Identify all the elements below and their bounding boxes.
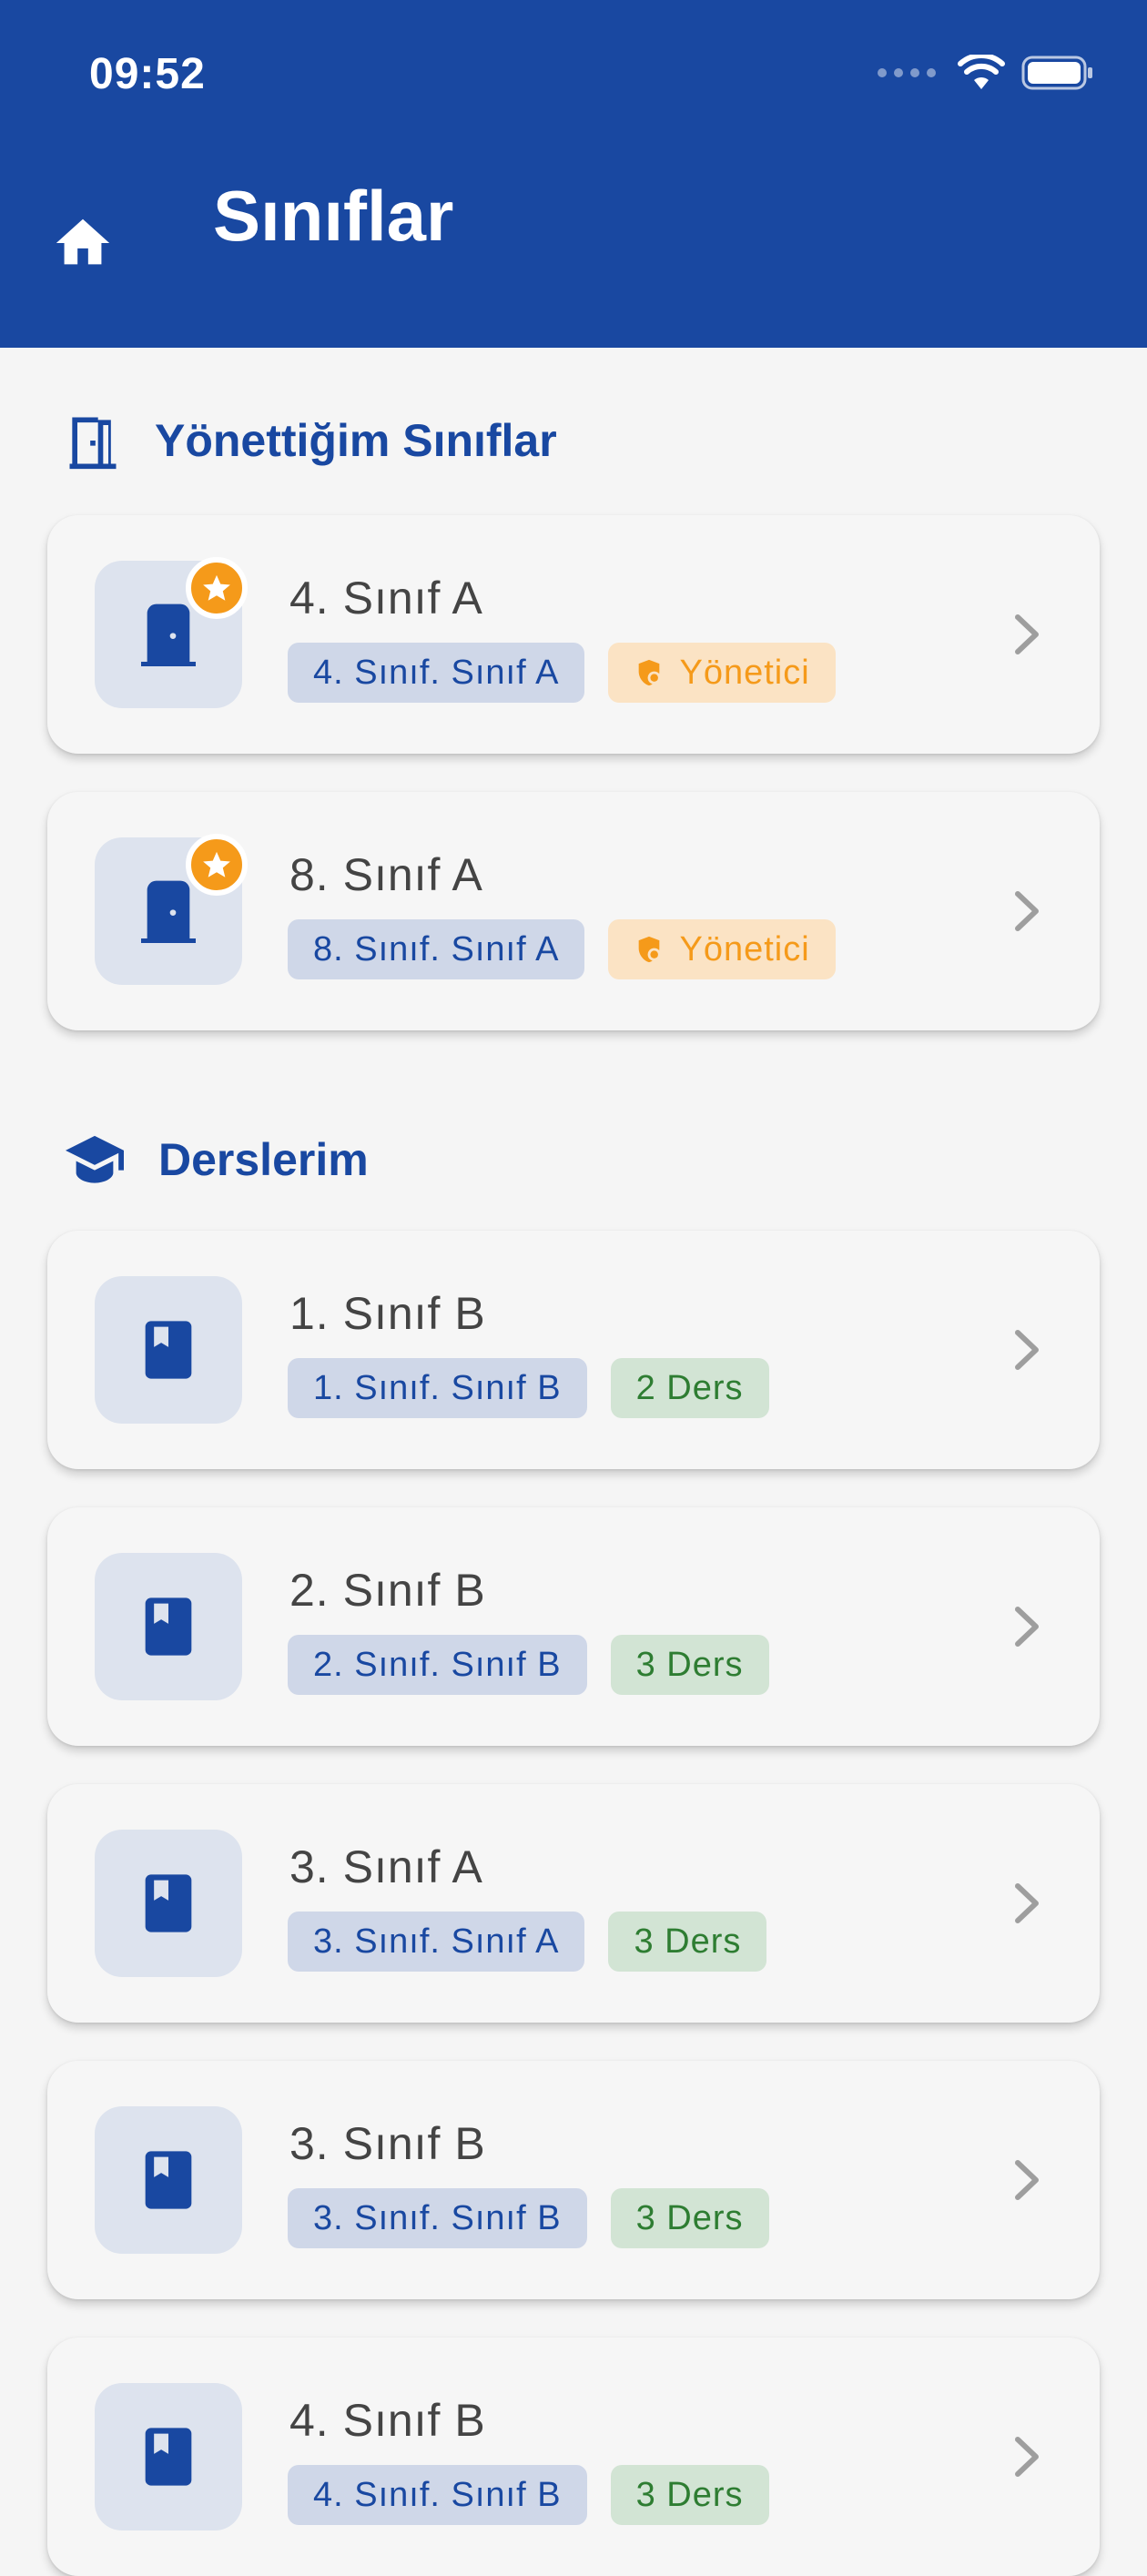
lesson-card-4b[interactable]: 4. Sınıf B 4. Sınıf. Sınıf B 3 Ders <box>47 2338 1100 2576</box>
status-time: 09:52 <box>89 50 206 98</box>
lesson-card-3a[interactable]: 3. Sınıf A 3. Sınıf. Sınıf A 3 Ders <box>47 1784 1100 2023</box>
wifi-icon <box>958 55 1005 89</box>
class-tag: 2. Sınıf. Sınıf B <box>288 1635 587 1695</box>
lesson-count-badge: 3 Ders <box>610 2188 769 2248</box>
admin-badge: Yönetici <box>608 919 836 979</box>
lesson-icon-box <box>95 2106 242 2254</box>
class-tags: 8. Sınıf. Sınıf A Yönetici <box>288 919 836 979</box>
home-button[interactable] <box>51 211 115 275</box>
class-title: 8. Sınıf A <box>289 849 483 900</box>
lesson-tags: 3. Sınıf. Sınıf B 3 Ders <box>288 2188 769 2248</box>
battery-icon <box>1021 56 1092 90</box>
lesson-class-title: 4. Sınıf B <box>289 2395 486 2446</box>
book-icon <box>145 1874 192 1932</box>
lesson-class-title: 3. Sınıf B <box>289 2118 486 2169</box>
lessons-header: Derslerim <box>62 1131 369 1189</box>
book-icon <box>145 2428 192 2486</box>
star-icon <box>203 851 230 877</box>
managed-classes-title: Yönettiğim Sınıflar <box>155 415 557 466</box>
book-icon <box>145 1597 192 1656</box>
lesson-card-2b[interactable]: 2. Sınıf B 2. Sınıf. Sınıf B 3 Ders <box>47 1507 1100 1746</box>
chevron-right-icon <box>1015 2437 1039 2477</box>
book-icon <box>145 1321 192 1379</box>
lesson-count-badge: 3 Ders <box>608 1912 767 1972</box>
chevron-right-icon <box>1015 2160 1039 2200</box>
graduation-cap-icon <box>66 1135 124 1183</box>
class-tag: 3. Sınıf. Sınıf A <box>288 1912 585 1972</box>
admin-shield-icon <box>639 936 662 963</box>
lesson-tags: 1. Sınıf. Sınıf B 2 Ders <box>288 1358 769 1418</box>
lesson-count-badge: 2 Ders <box>610 1358 769 1418</box>
class-title: 4. Sınıf A <box>289 573 483 624</box>
lesson-icon-box <box>95 1830 242 1977</box>
admin-badge-label: Yönetici <box>679 653 810 692</box>
chevron-right-icon <box>1015 1330 1039 1370</box>
lesson-count-badge: 3 Ders <box>610 2465 769 2525</box>
class-tag: 3. Sınıf. Sınıf B <box>288 2188 587 2248</box>
door-icon <box>69 417 117 470</box>
class-tag: 1. Sınıf. Sınıf B <box>288 1358 587 1418</box>
chevron-right-icon <box>1015 614 1039 654</box>
lessons-title: Derslerim <box>158 1134 369 1185</box>
lesson-class-title: 3. Sınıf A <box>289 1841 483 1892</box>
class-tag: 8. Sınıf. Sınıf A <box>288 919 585 979</box>
class-tag: 4. Sınıf. Sınıf A <box>288 643 585 703</box>
managed-class-card-4a[interactable]: 4. Sınıf A 4. Sınıf. Sınıf A Yönetici <box>47 515 1100 754</box>
lesson-icon-box <box>95 1276 242 1424</box>
class-tag: 4. Sınıf. Sınıf B <box>288 2465 587 2525</box>
lesson-tags: 4. Sınıf. Sınıf B 3 Ders <box>288 2465 769 2525</box>
admin-shield-icon <box>639 659 662 686</box>
book-icon <box>145 2151 192 2209</box>
page-title: Sınıflar <box>213 176 454 256</box>
lesson-tags: 2. Sınıf. Sınıf B 3 Ders <box>288 1635 769 1695</box>
star-icon <box>203 574 230 601</box>
status-icons <box>878 55 1094 91</box>
lesson-icon-box <box>95 2383 242 2530</box>
lesson-count-badge: 3 Ders <box>610 1635 769 1695</box>
admin-badge-label: Yönetici <box>679 929 810 969</box>
managed-class-card-8a[interactable]: 8. Sınıf A 8. Sınıf. Sınıf A Yönetici <box>47 792 1100 1030</box>
chevron-right-icon <box>1015 1883 1039 1923</box>
lesson-icon-box <box>95 1553 242 1700</box>
chevron-right-icon <box>1015 891 1039 931</box>
chevron-right-icon <box>1015 1607 1039 1647</box>
lesson-card-1b[interactable]: 1. Sınıf B 1. Sınıf. Sınıf B 2 Ders <box>47 1231 1100 1469</box>
app-bar: 09:52 Sınıflar <box>0 0 1147 348</box>
admin-star-badge <box>186 834 248 896</box>
admin-badge: Yönetici <box>608 643 836 703</box>
lesson-card-3b[interactable]: 3. Sınıf B 3. Sınıf. Sınıf B 3 Ders <box>47 2061 1100 2299</box>
admin-star-badge <box>186 557 248 619</box>
home-icon <box>56 218 110 265</box>
lesson-class-title: 2. Sınıf B <box>289 1565 486 1616</box>
cellular-signal-icon <box>878 68 936 77</box>
class-tags: 4. Sınıf. Sınıf A Yönetici <box>288 643 836 703</box>
lesson-class-title: 1. Sınıf B <box>289 1288 486 1339</box>
lesson-tags: 3. Sınıf. Sınıf A 3 Ders <box>288 1912 767 1972</box>
managed-classes-header: Yönettiğim Sınıflar <box>62 410 557 472</box>
